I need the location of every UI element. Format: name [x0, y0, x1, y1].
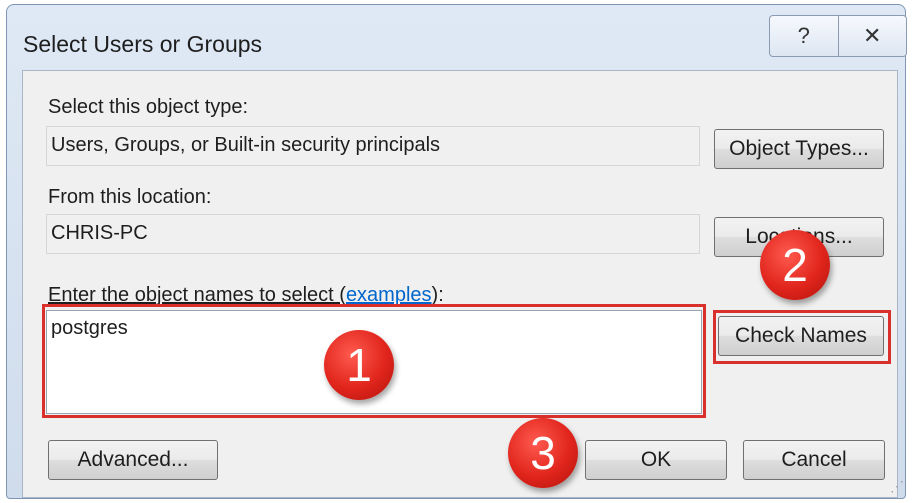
examples-link[interactable]: examples	[346, 284, 432, 306]
object-types-button[interactable]: Object Types...	[714, 129, 884, 169]
highlight-check-names	[713, 310, 891, 364]
location-label: From this location:	[48, 186, 212, 208]
close-button[interactable]: ✕	[837, 16, 907, 56]
close-icon: ✕	[863, 23, 882, 48]
resize-grip-icon[interactable]: ⋰	[890, 478, 904, 495]
caption-buttons: ? ✕	[769, 15, 907, 57]
object-type-field: Users, Groups, or Built-in security prin…	[46, 126, 700, 166]
object-type-label: Select this object type:	[48, 96, 249, 118]
ok-button[interactable]: OK	[585, 440, 727, 480]
step-3-badge: 3	[508, 418, 578, 488]
advanced-button[interactable]: Advanced...	[48, 440, 218, 480]
location-field: CHRIS-PC	[46, 214, 700, 254]
dialog-title: Select Users or Groups	[23, 31, 263, 57]
question-mark-icon: ?	[797, 23, 810, 48]
cancel-button[interactable]: Cancel	[743, 440, 885, 480]
object-names-label-suffix: ):	[431, 284, 444, 306]
step-2-badge: 2	[760, 230, 830, 300]
step-1-badge: 1	[324, 330, 394, 400]
help-button[interactable]: ?	[770, 16, 838, 56]
object-names-label-prefix: Enter the object names to select (	[48, 284, 346, 306]
